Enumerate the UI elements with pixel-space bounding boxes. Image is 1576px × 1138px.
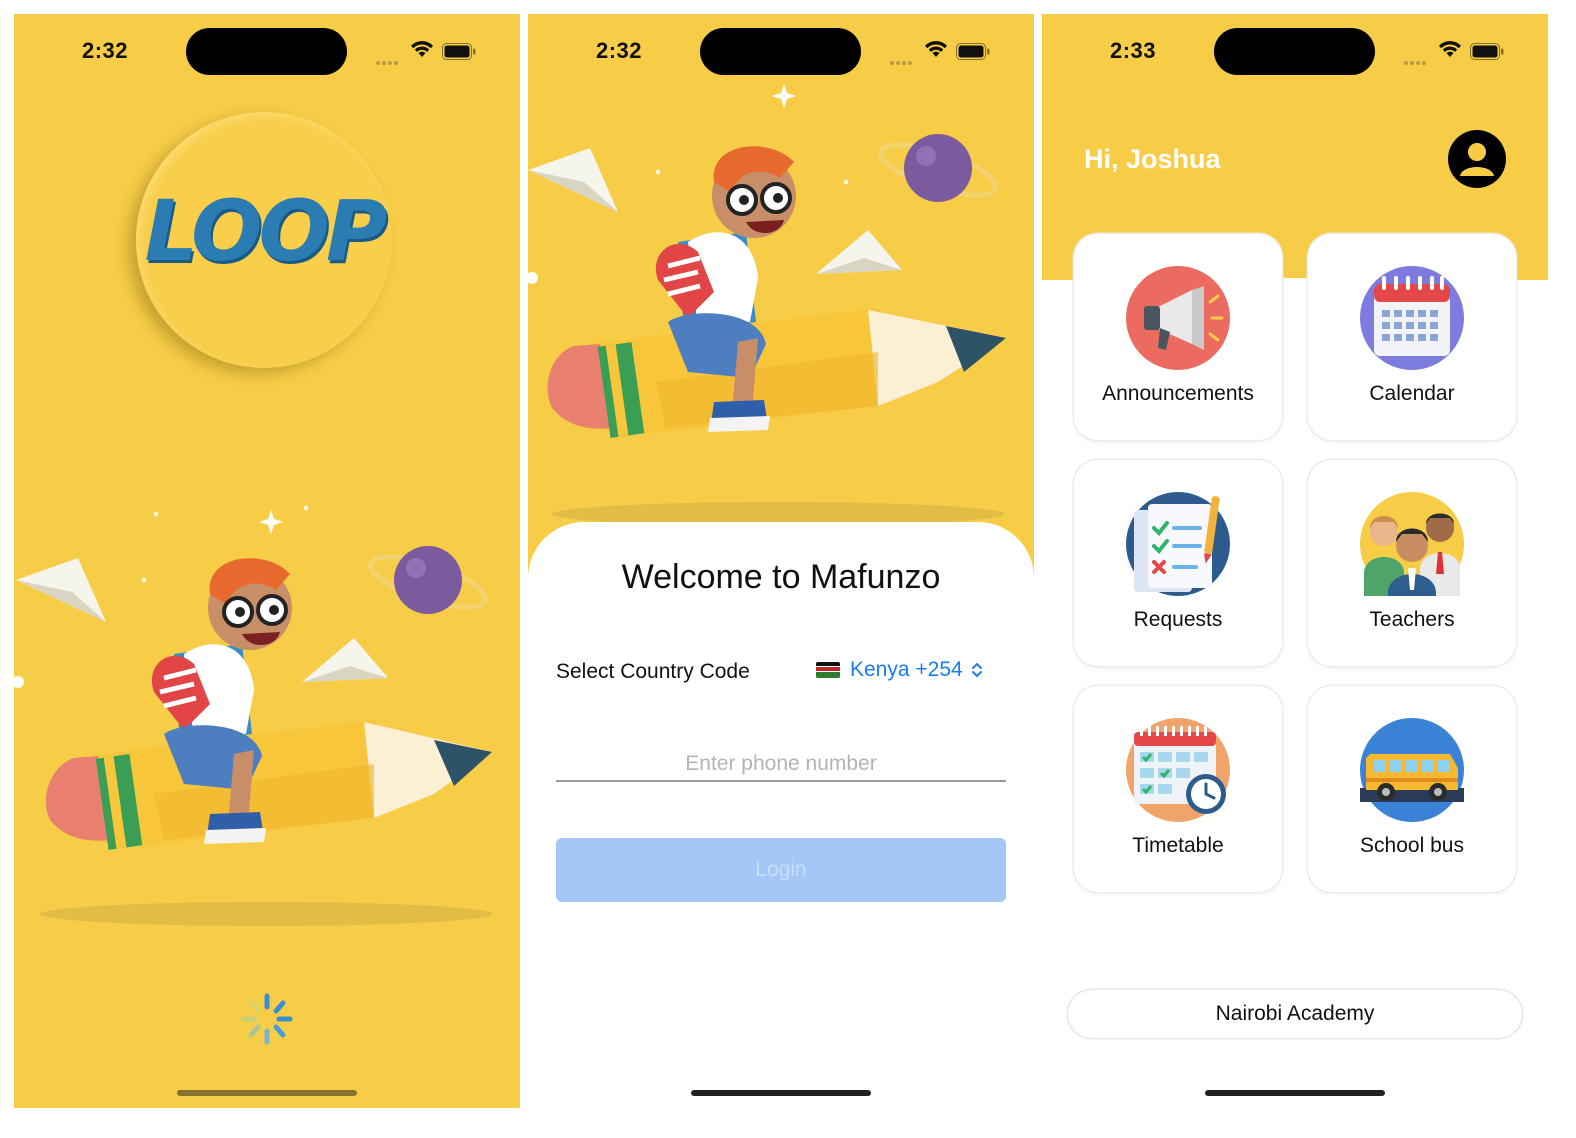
kenya-flag-icon bbox=[816, 662, 840, 678]
status-bar: 2:32 bbox=[14, 14, 520, 84]
logo-text: LOOP bbox=[144, 182, 388, 280]
tile-school-bus[interactable]: School bus bbox=[1308, 686, 1516, 892]
tile-label: Teachers bbox=[1369, 608, 1455, 631]
loading-spinner-icon bbox=[241, 993, 293, 1045]
tile-label: Calendar bbox=[1369, 382, 1455, 405]
user-icon bbox=[1460, 143, 1494, 176]
calendar-icon bbox=[1360, 266, 1464, 370]
pencil-rocket-illustration bbox=[14, 505, 492, 926]
home-indicator[interactable] bbox=[691, 1090, 871, 1096]
login-hero bbox=[528, 14, 1034, 574]
country-code-label: Select Country Code bbox=[556, 660, 750, 683]
wifi-icon bbox=[1439, 40, 1461, 57]
battery-icon bbox=[442, 43, 476, 60]
login-button[interactable]: Login bbox=[556, 838, 1006, 902]
status-bar: 2:32 bbox=[528, 14, 1034, 84]
home-indicator[interactable] bbox=[177, 1090, 357, 1096]
dynamic-island bbox=[1214, 28, 1375, 75]
loop-logo: LOOP bbox=[136, 112, 392, 368]
teachers-icon bbox=[1360, 492, 1464, 596]
megaphone-icon bbox=[1126, 266, 1230, 370]
country-code-value: Kenya +254 bbox=[850, 658, 963, 681]
school-bus-icon bbox=[1360, 718, 1464, 822]
greeting-text: Hi, Joshua bbox=[1084, 144, 1221, 174]
dynamic-island bbox=[186, 28, 347, 75]
tile-requests[interactable]: Requests bbox=[1074, 460, 1282, 666]
login-screen: 2:32 Welcome to Mafunzo Select Country C… bbox=[528, 14, 1034, 1108]
home-indicator[interactable] bbox=[1205, 1090, 1385, 1096]
chevron-up-down-icon bbox=[971, 661, 983, 679]
tile-label: Announcements bbox=[1102, 382, 1254, 405]
checklist-icon bbox=[1126, 492, 1230, 596]
welcome-title: Welcome to Mafunzo bbox=[621, 558, 941, 596]
battery-icon bbox=[1470, 43, 1504, 60]
tile-announcements[interactable]: Announcements bbox=[1074, 234, 1282, 440]
wifi-icon bbox=[411, 40, 433, 57]
battery-icon bbox=[956, 43, 990, 60]
status-time: 2:32 bbox=[82, 38, 129, 63]
phone-number-input[interactable] bbox=[556, 748, 1006, 782]
tile-label: Requests bbox=[1133, 608, 1223, 631]
country-code-picker[interactable]: Kenya +254 bbox=[816, 658, 983, 682]
tile-calendar[interactable]: Calendar bbox=[1308, 234, 1516, 440]
signal-icon bbox=[890, 52, 916, 65]
tile-label: Timetable bbox=[1132, 834, 1224, 857]
tile-teachers[interactable]: Teachers bbox=[1308, 460, 1516, 666]
tile-timetable[interactable]: Timetable bbox=[1074, 686, 1282, 892]
status-time: 2:32 bbox=[596, 38, 643, 63]
profile-avatar-button[interactable] bbox=[1448, 130, 1506, 188]
status-bar: 2:33 bbox=[1042, 14, 1548, 84]
signal-icon bbox=[376, 52, 402, 65]
wifi-icon bbox=[925, 40, 947, 57]
pencil-rocket-illustration bbox=[528, 84, 1006, 526]
timetable-icon bbox=[1126, 718, 1230, 822]
login-sheet bbox=[528, 522, 1034, 1108]
status-time: 2:33 bbox=[1110, 38, 1157, 63]
dynamic-island bbox=[700, 28, 861, 75]
school-selector[interactable]: Nairobi Academy bbox=[1068, 990, 1522, 1038]
signal-icon bbox=[1404, 52, 1430, 65]
dashboard-screen: 2:33 Hi, Joshua Announcements Calendar R… bbox=[1042, 14, 1548, 1108]
tile-label: School bus bbox=[1360, 834, 1464, 857]
splash-screen: 2:32 LOOP bbox=[14, 14, 520, 1108]
